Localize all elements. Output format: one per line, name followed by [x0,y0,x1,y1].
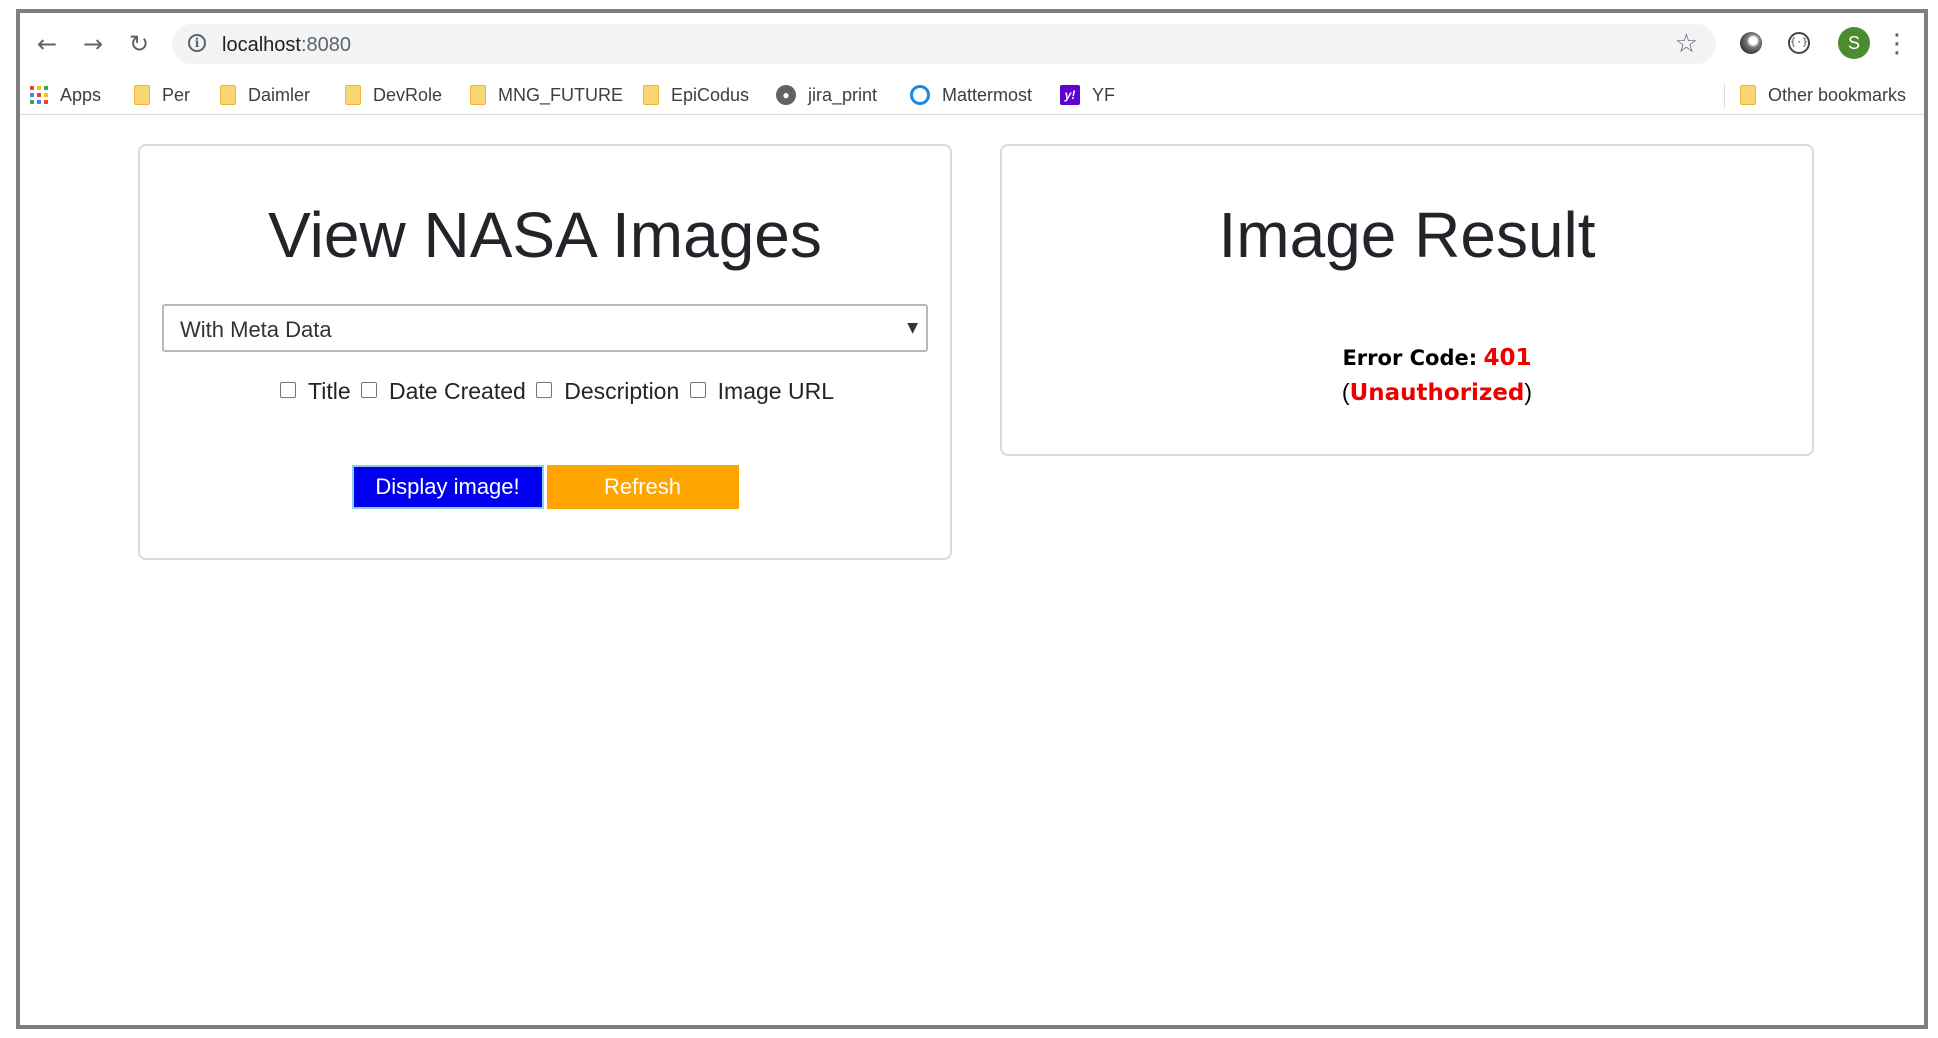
bookmark-label: DevRole [373,84,443,105]
error-status-line: (Unauthorized) [1062,375,1812,410]
checkbox-label: Title [308,378,351,404]
apps-grid-icon [30,86,48,104]
error-code-line: Error Code: 401 [1062,340,1812,375]
action-buttons: Display image! Refresh [140,465,950,509]
bookmark-per[interactable]: Per [134,81,190,109]
page-title: View NASA Images [268,199,822,271]
close-paren: ) [1524,379,1533,405]
checkbox-title[interactable]: Title [276,378,351,405]
folder-icon [1740,85,1756,105]
bookmarks-divider [1724,84,1725,108]
bookmark-label: YF [1092,84,1116,105]
checkbox-description-box[interactable] [536,381,553,398]
field-checkboxes: Title Date Created Description Image URL [140,378,950,406]
nasa-images-panel: View NASA Images With Meta Data ▼ Title … [138,144,952,560]
folder-icon [220,85,236,105]
checkbox-label: Description [564,378,680,404]
folder-icon [345,85,361,105]
bookmark-label: EpiCodus [671,84,750,105]
bookmark-label: Other bookmarks [1768,84,1907,105]
bookmark-star-icon[interactable]: ☆ [1675,29,1698,59]
site-info-icon[interactable]: i [188,34,206,52]
globe-icon: ● [776,85,796,105]
bookmark-devrole[interactable]: DevRole [345,81,442,109]
bookmark-yf[interactable]: y! YF [1060,81,1115,109]
browser-window: ← → ↻ i localhost:8080 ☆ {·} S ⋮ Apps Pe… [16,9,1928,1029]
checkbox-image-url-box[interactable] [689,381,706,398]
bookmark-label: Per [162,84,191,105]
checkbox-date-created-box[interactable] [361,381,378,398]
select-value: With Meta Data [180,317,332,342]
browser-menu-icon[interactable]: ⋮ [1884,27,1910,61]
bookmark-mng-future[interactable]: MNG_FUTURE [470,81,623,109]
checkbox-date-created[interactable]: Date Created [357,378,526,405]
error-status-text: Unauthorized [1349,380,1525,406]
bookmark-daimler[interactable]: Daimler [220,81,310,109]
bookmark-label: Mattermost [942,84,1033,105]
result-title: Image Result [1218,199,1596,271]
folder-icon [134,85,150,105]
display-image-button[interactable]: Display image! [351,465,544,509]
checkbox-image-url[interactable]: Image URL [686,378,834,405]
mattermost-icon [910,85,930,105]
forward-icon[interactable]: → [76,27,110,61]
reload-icon[interactable]: ↻ [122,27,156,61]
bookmark-epicodus[interactable]: EpiCodus [643,81,749,109]
checkbox-title-box[interactable] [280,381,297,398]
bookmark-apps[interactable]: Apps [30,81,101,109]
checkbox-description[interactable]: Description [532,378,679,405]
checkbox-label: Date Created [389,378,526,404]
error-code-label: Error Code: [1342,346,1478,370]
extension-code-icon[interactable]: {·} [1788,32,1810,54]
bookmark-label: Apps [60,84,102,105]
bookmarks-bar: Apps Per Daimler DevRole MNG_FUTURE EpiC… [20,75,1924,115]
yahoo-icon: y! [1060,85,1080,105]
back-icon[interactable]: ← [30,27,64,61]
browser-toolbar: ← → ↻ i localhost:8080 ☆ {·} S ⋮ [20,13,1924,75]
bookmark-jira-print[interactable]: ● jira_print [776,81,877,109]
bookmark-label: MNG_FUTURE [498,84,623,105]
metadata-select[interactable]: With Meta Data ▼ [162,304,928,352]
chevron-down-icon: ▼ [907,320,918,336]
extension-icon[interactable] [1740,32,1762,54]
profile-avatar[interactable]: S [1838,27,1870,59]
open-paren: ( [1341,379,1350,405]
bookmark-label: jira_print [808,84,878,105]
error-code-value: 401 [1483,345,1532,371]
image-result-panel: Image Result Error Code: 401 (Unauthoriz… [1000,144,1814,456]
refresh-button[interactable]: Refresh [546,465,739,509]
bookmark-mattermost[interactable]: Mattermost [910,81,1032,109]
bookmark-other[interactable]: Other bookmarks [1740,81,1906,109]
url-text[interactable]: localhost:8080 [222,34,351,57]
address-bar[interactable]: i localhost:8080 ☆ [172,24,1716,64]
error-message: Error Code: 401 (Unauthorized) [1002,340,1812,410]
folder-icon [643,85,659,105]
folder-icon [470,85,486,105]
checkbox-label: Image URL [717,378,834,404]
bookmark-label: Daimler [248,84,311,105]
url-host: localhost [222,34,301,56]
url-port: :8080 [300,34,351,56]
